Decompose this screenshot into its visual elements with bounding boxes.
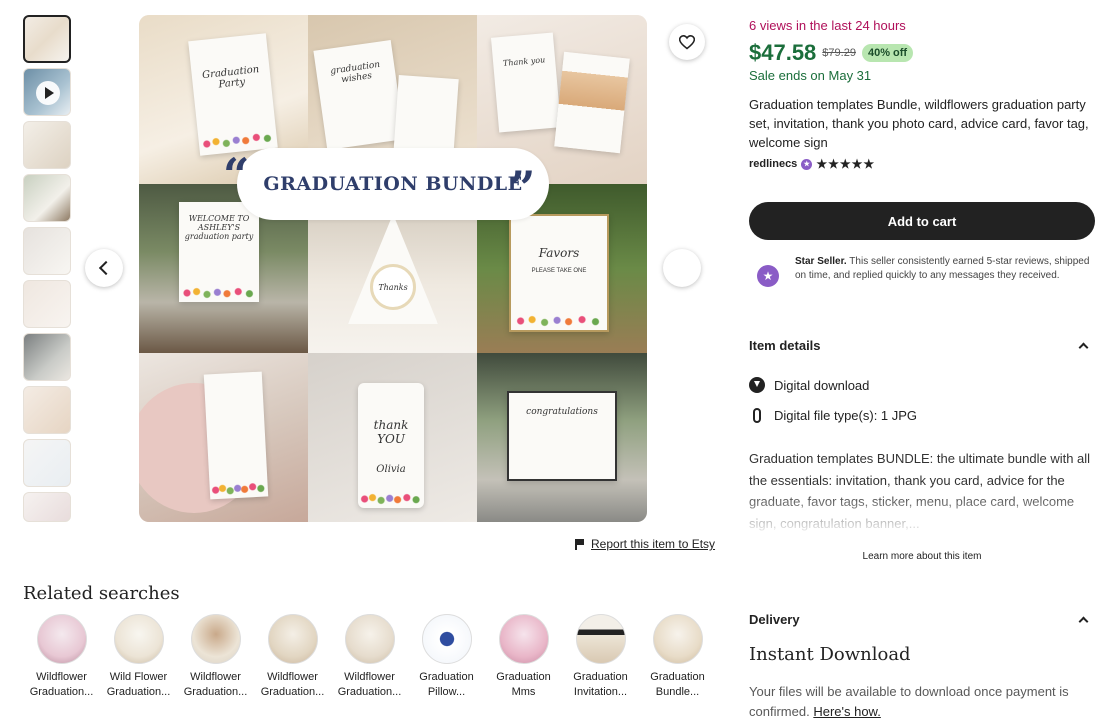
star-seller-label: Star Seller. <box>795 256 847 267</box>
play-icon <box>36 81 60 105</box>
related-search-image <box>498 614 549 664</box>
thumbnail-5[interactable] <box>23 227 71 275</box>
related-search-item[interactable]: Graduation Mms <box>485 614 562 700</box>
file-type-row: Digital file type(s): 1 JPG <box>749 408 917 423</box>
thumbnail-1[interactable] <box>23 15 71 63</box>
previous-image-button[interactable] <box>85 249 123 287</box>
wishes-card <box>393 75 459 159</box>
star-seller-icon: ★ <box>757 265 779 287</box>
thumbnail-3[interactable] <box>23 121 71 169</box>
views-count: 6 views in the last 24 hours <box>749 18 906 33</box>
related-search-image <box>421 614 472 664</box>
paperclip-icon <box>753 408 761 423</box>
related-searches-list: Wildflower Graduation... Wild Flower Gra… <box>23 614 716 700</box>
flowers-decoration <box>358 492 424 506</box>
bundle-banner: GRADUATION BUNDLE <box>237 148 549 220</box>
thumbnail-9[interactable] <box>23 439 71 487</box>
thank-you-card: Thank you <box>490 32 562 133</box>
flag-icon <box>575 538 584 550</box>
learn-more-button[interactable]: Learn more about this item <box>749 551 1095 562</box>
thumbnail-7[interactable] <box>23 333 71 381</box>
add-to-cart-button[interactable]: Add to cart <box>749 202 1095 240</box>
main-product-image[interactable]: Graduation Party graduation wishes Thank… <box>139 15 647 522</box>
price: $47.58 <box>749 40 817 65</box>
favors-sign: Favors PLEASE TAKE ONE <box>509 214 609 332</box>
related-search-image <box>652 614 703 664</box>
chevron-up-icon <box>1078 342 1089 353</box>
related-search-item[interactable]: Graduation Pillow... <box>408 614 485 700</box>
thumbnail-video[interactable] <box>23 68 71 116</box>
related-search-item[interactable]: Wildflower Graduation... <box>254 614 331 700</box>
chevron-up-icon <box>1078 616 1089 627</box>
favorite-button[interactable] <box>669 24 705 60</box>
related-search-item[interactable]: Wildflower Graduation... <box>331 614 408 700</box>
related-search-item[interactable]: Wild Flower Graduation... <box>100 614 177 700</box>
download-icon <box>749 377 765 393</box>
related-search-image <box>190 614 241 664</box>
related-search-image <box>344 614 395 664</box>
related-search-item[interactable]: Graduation Bundle... <box>639 614 716 700</box>
image-tile: congratulations <box>477 353 647 522</box>
discount-badge: 40% off <box>861 44 914 62</box>
flowers-decoration <box>209 480 269 498</box>
instant-download-title: Instant Download <box>749 644 911 665</box>
report-item: Report this item to Etsy <box>575 537 715 551</box>
related-search-image <box>36 614 87 664</box>
related-search-image <box>113 614 164 664</box>
welcome-sign: WELCOME TO ASHLEY'S graduation party <box>179 202 259 302</box>
photo-card <box>554 51 630 154</box>
related-search-item[interactable]: Wildflower Graduation... <box>23 614 100 700</box>
shop-name[interactable]: redlinecs <box>749 158 797 170</box>
listing-title: Graduation templates Bundle, wildflowers… <box>749 97 1089 150</box>
wishes-card: graduation wishes <box>313 40 405 150</box>
related-search-item[interactable]: Wildflower Graduation... <box>177 614 254 700</box>
thumbnail-list <box>23 15 71 527</box>
party-card: Graduation Party <box>188 33 278 156</box>
menu-card <box>203 371 269 500</box>
rating-stars[interactable]: ★★★★★ <box>816 157 875 171</box>
original-price: $79.29 <box>822 47 856 59</box>
heres-how-link[interactable]: Here's how. <box>813 704 881 718</box>
thumbnail-4[interactable] <box>23 174 71 222</box>
related-search-image <box>267 614 318 664</box>
star-seller-badge-icon: ★ <box>801 158 813 170</box>
favor-tag: thank YOU Olivia <box>358 383 424 508</box>
related-search-image <box>575 614 626 664</box>
price-row: $47.58 $79.29 40% off <box>749 40 914 66</box>
image-tile <box>139 353 308 522</box>
chevron-left-icon <box>98 260 114 276</box>
next-image-button[interactable] <box>663 249 701 287</box>
flowers-decoration <box>511 314 607 328</box>
congratulations-sign: congratulations <box>507 391 617 481</box>
sticker: Thanks <box>370 264 416 310</box>
shop-info: redlinecs ★ ★★★★★ <box>749 157 875 171</box>
sale-ends: Sale ends on May 31 <box>749 68 872 83</box>
quote-right-icon: ” <box>509 161 536 215</box>
heart-icon <box>679 34 695 50</box>
delivery-text: Your files will be available to download… <box>749 684 1069 718</box>
image-tile: thank YOU Olivia <box>308 353 477 522</box>
report-link[interactable]: Report this item to Etsy <box>591 537 715 551</box>
item-details-header[interactable]: Item details <box>749 338 1095 353</box>
digital-download-row: Digital download <box>749 377 869 393</box>
thumbnail-8[interactable] <box>23 386 71 434</box>
quote-left-icon: “ <box>223 148 250 202</box>
thumbnail-10[interactable] <box>23 492 71 522</box>
description-fade <box>749 490 1095 536</box>
related-searches-title: Related searches <box>23 583 180 604</box>
related-search-item[interactable]: Graduation Invitation... <box>562 614 639 700</box>
star-seller-info: ★ Star Seller. This seller consistently … <box>749 255 1095 287</box>
thumbnail-6[interactable] <box>23 280 71 328</box>
delivery-header[interactable]: Delivery <box>749 612 1095 627</box>
flowers-decoration <box>179 286 259 300</box>
